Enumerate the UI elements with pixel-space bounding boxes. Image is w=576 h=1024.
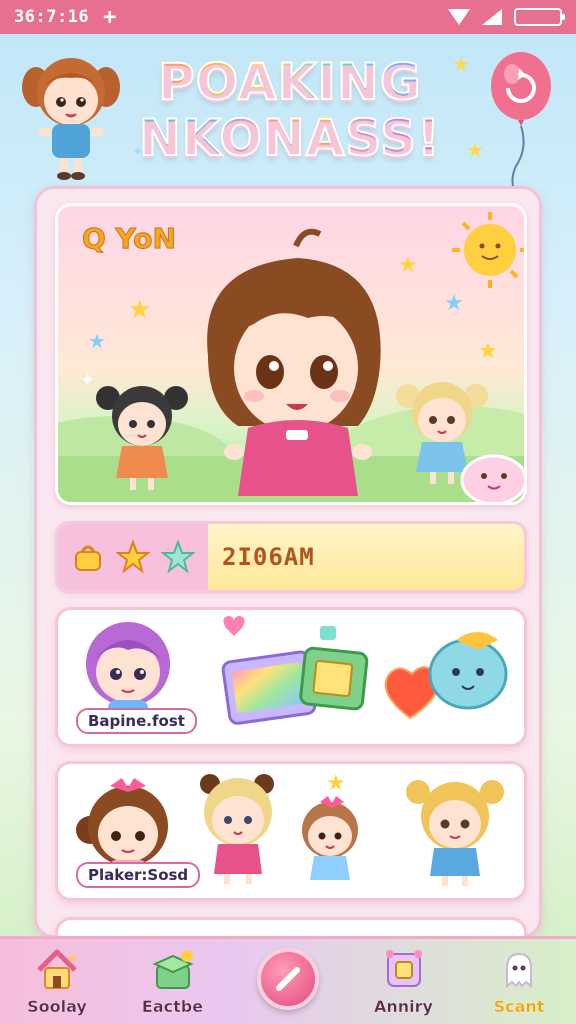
progress-banner[interactable]: 2I06AM xyxy=(55,521,527,593)
star-icon: ★ xyxy=(452,52,470,76)
nav-label: Soolay xyxy=(27,997,87,1016)
character-card[interactable]: ★ Plaker:Sosd xyxy=(55,761,527,901)
nav-label: Scant xyxy=(493,997,545,1016)
sparkle-icon: ✦ xyxy=(132,144,144,160)
house-icon: ★ xyxy=(37,949,78,989)
plus-icon: + xyxy=(103,4,117,30)
app-header: POAKING NKONASS! ★ ★ ✦ xyxy=(0,34,576,198)
svg-text:★: ★ xyxy=(67,951,78,965)
svg-text:★: ★ xyxy=(88,329,106,353)
main-panel: ★ ★ ★ ★ ★ ✦ Q YoN 2I06AM Bapine.fost ★ P… xyxy=(34,186,542,947)
svg-text:★: ★ xyxy=(326,771,346,796)
svg-text:★: ★ xyxy=(444,291,464,316)
nav-item-gifts[interactable]: Eactbe xyxy=(128,945,218,1016)
ghost-icon xyxy=(506,952,532,989)
wifi-icon xyxy=(448,9,470,25)
svg-text:✦: ✦ xyxy=(80,370,95,391)
app-title: POAKING NKONASS! xyxy=(130,53,450,167)
pencil-icon xyxy=(276,967,300,991)
hero-badge: Q YoN xyxy=(82,222,177,256)
bottom-nav: ★ Soolay Eactbe Anniry Scant xyxy=(0,936,576,1024)
balloon-refresh-button[interactable] xyxy=(488,48,554,198)
create-button[interactable] xyxy=(257,948,319,1010)
character-name-tag: Plaker:Sosd xyxy=(76,862,201,888)
nav-item-home[interactable]: ★ Soolay xyxy=(12,945,102,1016)
mascot-girl-avatar xyxy=(22,58,120,180)
star-icon xyxy=(115,540,150,574)
svg-text:★: ★ xyxy=(478,339,498,364)
character-card[interactable]: Bapine.fost xyxy=(55,607,527,747)
nav-item-gallery[interactable]: Anniry xyxy=(359,945,449,1016)
nav-item-create[interactable] xyxy=(243,948,333,1016)
star-icon xyxy=(160,540,195,574)
nav-label: Anniry xyxy=(374,997,433,1016)
nav-label: Eactbe xyxy=(141,997,204,1016)
status-bar: 36:7:16 + xyxy=(0,0,576,34)
gift-box-icon xyxy=(152,950,193,989)
signal-icon xyxy=(482,9,502,25)
nav-item-scan[interactable]: Scant xyxy=(474,945,564,1016)
svg-text:★: ★ xyxy=(128,295,151,325)
status-time: 36:7:16 xyxy=(14,7,90,27)
battery-icon xyxy=(514,8,565,26)
svg-text:★: ★ xyxy=(398,253,418,278)
hero-card[interactable]: ★ ★ ★ ★ ★ ✦ Q YoN xyxy=(55,203,527,505)
banner-icon-group xyxy=(58,524,208,590)
photo-frame-icon xyxy=(385,950,422,987)
character-name-tag: Bapine.fost xyxy=(76,708,197,734)
basket-icon xyxy=(75,545,102,571)
star-icon: ★ xyxy=(466,138,484,162)
banner-label-area: 2I06AM xyxy=(208,524,524,590)
app-title-line2: NKONASS! xyxy=(130,109,450,167)
app-title-line1: POAKING xyxy=(130,53,450,111)
banner-label: 2I06AM xyxy=(222,543,315,571)
